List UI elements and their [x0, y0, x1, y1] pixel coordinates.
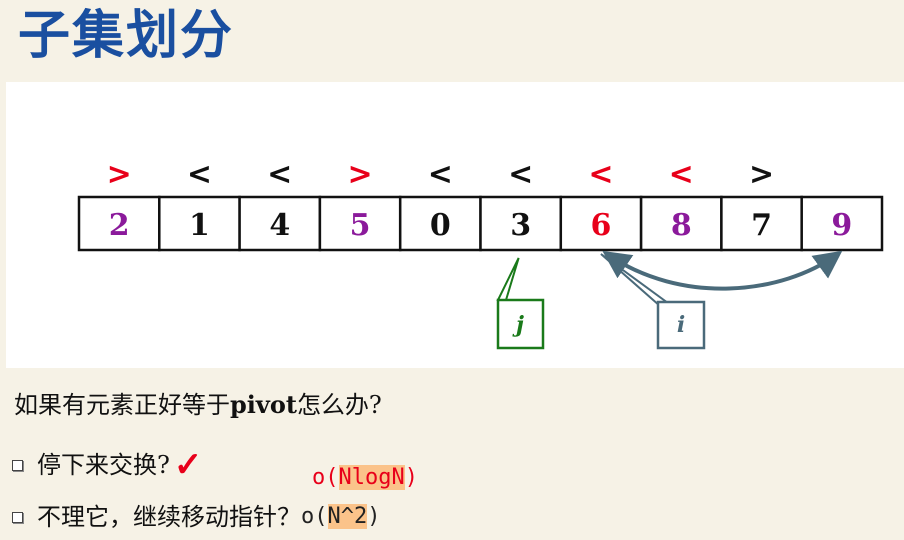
comparison-mark: >	[347, 157, 372, 192]
complexity-close: )	[404, 465, 418, 490]
complexity-value: N^2	[327, 504, 368, 529]
complexity-o: o(	[312, 465, 339, 490]
cell-value: 5	[350, 208, 371, 243]
pointer-i-label: i	[677, 312, 685, 338]
complexity-o: o(	[301, 504, 328, 529]
bullet-square-icon	[12, 511, 23, 523]
bullet-stop-swap: 停下来交换? ✓	[10, 448, 202, 482]
question-prefix: 如果有元素正好等于	[14, 391, 230, 419]
cell-value: 2	[109, 208, 130, 243]
cell-value: 1	[189, 208, 210, 243]
comparison-mark: <	[187, 157, 212, 192]
question-text: 如果有元素正好等于pivot怎么办?	[14, 388, 382, 422]
cell-value: 6	[591, 208, 612, 243]
complexity-n2: o(N^2)	[301, 500, 381, 534]
complexity-close: )	[367, 504, 381, 529]
comparison-mark: >	[107, 157, 132, 192]
slide-title: 子集划分	[18, 6, 235, 66]
partition-diagram: 2>1<4<5>0<3<6<8<7>9j i	[77, 157, 884, 350]
cell-value: 9	[831, 208, 852, 243]
diagram-panel: 2 >1 <4 <5 >0 <3 <6 <8 <7 >9 j i	[6, 82, 904, 368]
complexity-nlogn: o(NlogN)	[312, 462, 418, 494]
cell-value: 0	[430, 208, 451, 243]
bullet-text: 停下来交换?	[37, 451, 170, 479]
bullet-square-icon	[12, 459, 23, 471]
bullet-ignore: 不理它，继续移动指针？ o(N^2)	[10, 500, 381, 534]
pointer-j-tail	[496, 257, 520, 301]
cell-value: 3	[510, 208, 531, 243]
question-pivot: pivot	[230, 390, 297, 419]
cell-value: 8	[671, 208, 692, 243]
comparison-mark: <	[267, 157, 292, 192]
comparison-mark: >	[749, 157, 774, 192]
comparison-mark: <	[508, 157, 533, 192]
cell-value: 4	[269, 208, 290, 243]
bullet-text: 不理它，继续移动指针？	[37, 503, 301, 531]
comparison-mark: <	[588, 157, 613, 192]
comparison-mark: <	[669, 157, 694, 192]
question-suffix: 怎么办?	[296, 391, 382, 419]
checkmark-icon: ✓	[173, 445, 203, 485]
complexity-value: NlogN	[338, 465, 405, 490]
cell-value: 7	[751, 208, 772, 243]
comparison-mark: <	[428, 157, 453, 192]
